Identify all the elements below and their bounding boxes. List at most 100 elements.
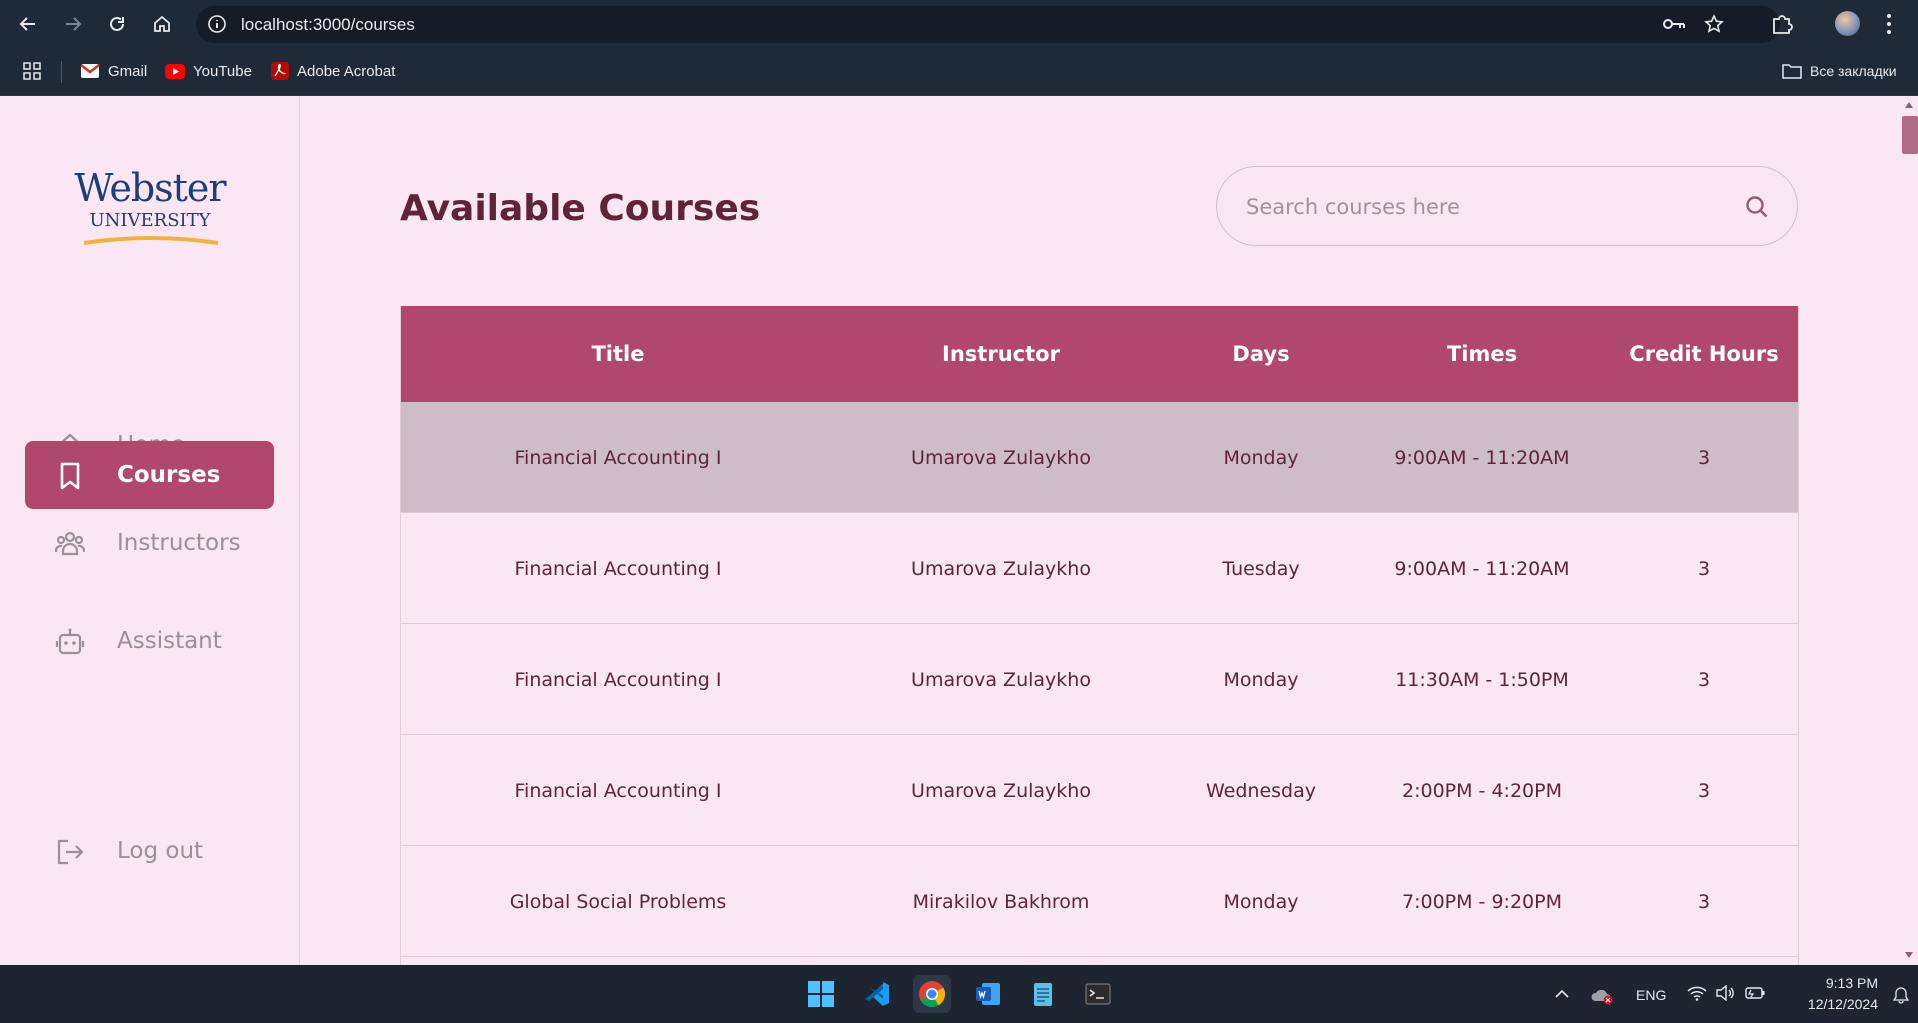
cell-times: 2:00PM - 4:20PM [1402,779,1562,802]
notification-bell-icon[interactable] [1893,986,1909,1004]
apps-grid-icon[interactable] [23,62,41,80]
scroll-up-icon[interactable] [1905,102,1913,108]
cell-instructor: Umarova Zulaykho [911,446,1091,469]
cell-credit-hours: 3 [1697,446,1711,469]
cell-credit-hours: 3 [1697,557,1711,580]
bookmark-icon [60,462,80,490]
search-icon[interactable] [1744,194,1770,220]
cell-times: 7:00PM - 9:20PM [1402,890,1562,913]
column-header-title[interactable]: Title [401,306,835,402]
profile-avatar[interactable] [1835,11,1860,36]
cell-title: Financial Accounting I [514,446,722,469]
cell-instructor: Mirakilov Bakhrom [912,890,1090,913]
taskbar-chrome[interactable] [913,975,951,1013]
wifi-icon[interactable] [1687,985,1707,1001]
acrobat-icon [271,62,289,80]
address-bar[interactable]: localhost:3000/courses [196,6,1780,43]
chrome-icon [919,981,946,1008]
sidebar-item-courses[interactable]: Courses [25,441,274,509]
search-box[interactable] [1216,166,1798,246]
table-row[interactable]: Global Social Problems Mirakilov Bakhrom… [401,846,1798,957]
terminal-icon [1085,983,1111,1005]
cell-times: 9:00AM - 11:20AM [1394,557,1570,580]
extensions-icon[interactable] [1771,13,1793,35]
taskbar-vscode[interactable] [858,975,896,1013]
table-row[interactable]: Financial Accounting I Umarova Zulaykho … [401,402,1798,513]
volume-icon[interactable] [1715,985,1735,1001]
onedrive-error-icon[interactable] [1590,987,1614,1005]
bookmark-label: Adobe Acrobat [297,62,396,80]
youtube-icon [165,63,185,79]
clock-time[interactable]: 9:13 PM [1778,975,1878,991]
cell-times: 9:00AM - 11:20AM [1394,446,1570,469]
tray-chevron-up-icon[interactable] [1555,989,1569,998]
cell-instructor: Umarova Zulaykho [911,779,1091,802]
language-indicator[interactable]: ENG [1636,987,1666,1003]
bookmarks-bar: Gmail YouTube Adobe Acrobat Все закладки [0,47,1918,96]
scroll-down-icon[interactable] [1905,952,1913,958]
cell-times: 11:30AM - 1:50PM [1395,668,1569,691]
cell-instructor: Umarova Zulaykho [911,557,1091,580]
logout-button[interactable]: Log out [25,817,274,885]
logo-subtitle: UNIVERSITY [89,210,211,231]
vscode-icon [865,982,889,1006]
cell-title: Global Social Problems [509,890,727,913]
all-bookmarks-label: Все закладки [1810,63,1897,79]
star-icon[interactable] [1704,14,1724,34]
cell-credit-hours: 3 [1697,890,1711,913]
bookmark-gmail[interactable]: Gmail [80,60,147,82]
page-title: Available Courses [400,188,761,229]
courses-table: Title Instructor Days Times Credit Hours… [400,306,1799,965]
scrollbar-thumb[interactable] [1902,116,1918,154]
forward-arrow-icon [66,17,82,31]
back-button[interactable] [14,10,42,38]
gmail-icon [80,64,100,78]
sidebar-item-instructors[interactable]: Instructors [25,509,274,577]
sidebar-item-label: Assistant [117,628,222,654]
notepad-icon [1034,983,1052,1006]
taskbar-notepad[interactable] [1024,975,1062,1013]
table-row[interactable]: Financial Accounting I Umarova Zulaykho … [401,735,1798,846]
menu-dots-icon[interactable] [1886,13,1892,35]
webster-university-logo[interactable]: Webster UNIVERSITY [70,166,230,250]
windows-logo-icon [808,981,834,1007]
search-input[interactable] [1246,192,1726,222]
sidebar-item-assistant[interactable]: Assistant [25,607,274,675]
page-scrollbar[interactable] [1900,96,1918,965]
reload-button[interactable] [103,10,131,38]
table-row[interactable]: Financial Accounting I Umarova Zulaykho … [401,624,1798,735]
column-header-days[interactable]: Days [1167,306,1355,402]
logout-label: Log out [117,838,204,864]
cell-title: Financial Accounting I [514,557,722,580]
taskbar-terminal[interactable] [1079,975,1117,1013]
cell-days: Monday [1223,446,1299,469]
key-icon[interactable] [1662,15,1686,33]
home-browser-button[interactable] [148,10,176,38]
column-header-times[interactable]: Times [1355,306,1609,402]
house-icon [154,15,170,32]
cell-days: Tuesday [1222,557,1300,580]
bookmark-adobe-acrobat[interactable]: Adobe Acrobat [271,60,395,82]
clock-date[interactable]: 12/12/2024 [1778,996,1878,1012]
bookmark-label: YouTube [193,62,252,80]
all-bookmarks-folder[interactable]: Все закладки [1782,60,1897,82]
taskbar-word[interactable] [969,975,1007,1013]
start-button[interactable] [802,975,840,1013]
cell-title: Financial Accounting I [514,779,722,802]
cell-days: Monday [1223,668,1299,691]
browser-toolbar: localhost:3000/courses [0,0,1918,47]
back-arrow-icon [19,17,35,31]
bookmark-label: Gmail [108,62,148,80]
word-icon [976,983,1000,1005]
column-header-instructor[interactable]: Instructor [835,306,1167,402]
table-row[interactable]: Financial Accounting I Umarova Zulaykho … [401,513,1798,624]
column-header-credit-hours[interactable]: Credit Hours [1609,306,1798,402]
forward-button[interactable] [59,10,87,38]
bookmark-youtube[interactable]: YouTube [165,60,252,82]
cell-days: Wednesday [1205,779,1316,802]
battery-icon[interactable] [1745,986,1765,1000]
logo-swoosh-icon [83,236,219,245]
taskbar: ENG 9:13 PM 12/12/2024 [0,965,1918,1023]
cell-days: Monday [1223,890,1299,913]
table-header: Title Instructor Days Times Credit Hours [401,306,1798,402]
